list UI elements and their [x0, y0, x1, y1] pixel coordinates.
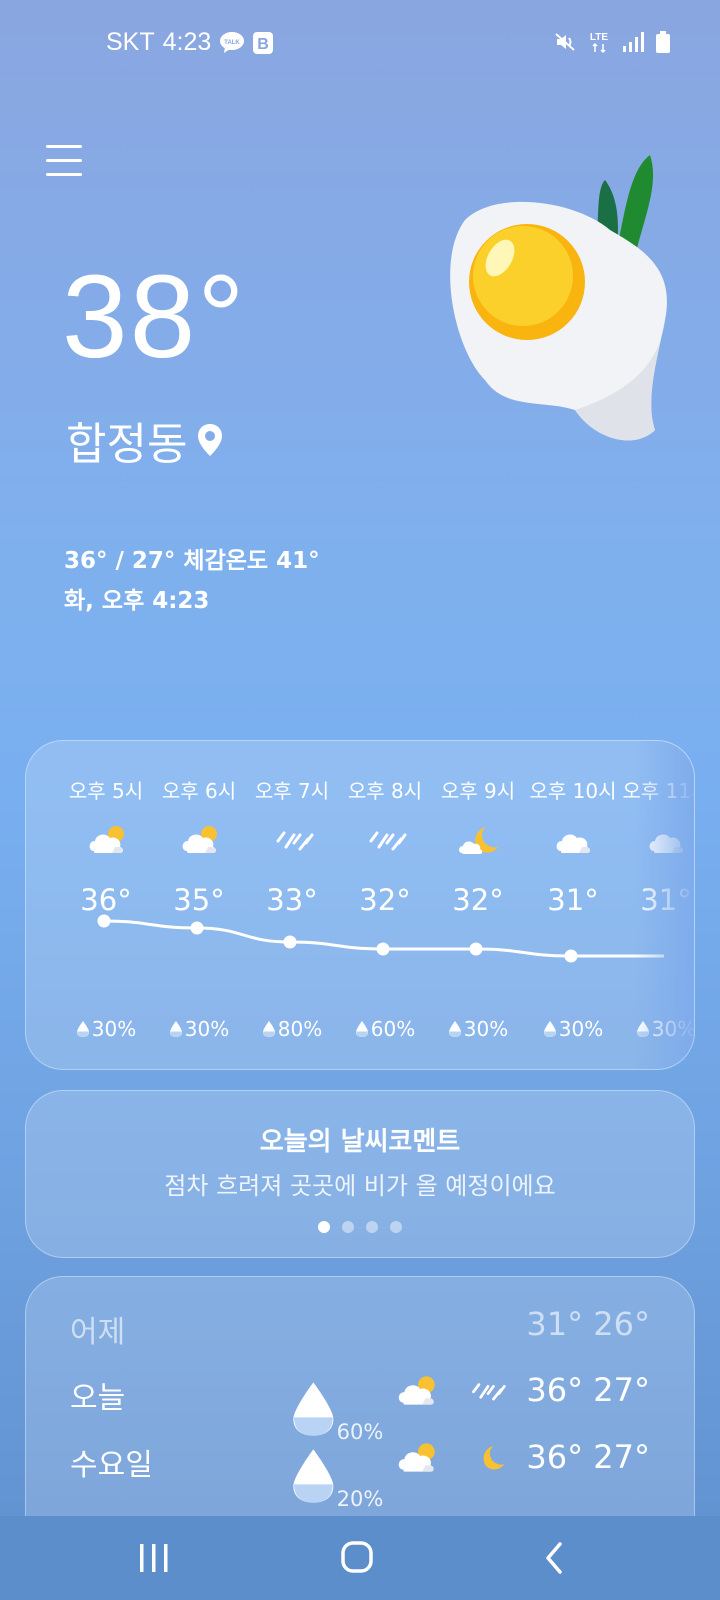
current-datetime: 화, 오후 4:23	[64, 588, 210, 614]
daily-forecast-card[interactable]: 어제 31° 26° 오늘 60% 36° 27° 수요일 20% 36° 27°	[25, 1276, 695, 1526]
carrier: SKT	[106, 28, 155, 56]
raindrop-icon	[293, 1382, 334, 1436]
day-high-low: 36° 27°	[526, 1438, 650, 1476]
daily-row[interactable]: 오늘 60% 36° 27°	[70, 1367, 650, 1444]
lte-icon: LTE	[590, 32, 608, 54]
rain-icon	[472, 1383, 506, 1401]
day-high-low: 31° 26°	[526, 1305, 650, 1343]
day-name: 오늘	[70, 1381, 126, 1416]
back-icon	[546, 1542, 562, 1574]
location[interactable]: 합정동	[66, 408, 223, 472]
svg-text:B: B	[258, 36, 270, 53]
svg-text:LTE: LTE	[590, 32, 608, 43]
comment-title: 오늘의 날씨코멘트	[259, 1127, 461, 1157]
temperature-point	[469, 942, 483, 956]
home-button[interactable]	[328, 1538, 388, 1578]
hourly-forecast-scroll[interactable]: 오후 5시 36° 30% 오후 6시 35° 30% 오후 7시 33° 80% 오후 8시 32…	[26, 741, 694, 1069]
page-dot[interactable]	[342, 1221, 354, 1233]
kakao-talk-icon: TALK	[220, 31, 245, 53]
temperature-point	[190, 921, 204, 935]
menu-icon-line	[46, 159, 82, 162]
precip-value: 20%	[336, 1487, 384, 1512]
recent-apps-button[interactable]	[124, 1538, 184, 1578]
menu-icon-line	[46, 173, 82, 176]
status-left: SKT 4:23 TALK B	[106, 28, 274, 57]
temperature-point	[97, 914, 111, 928]
navigation-bar	[0, 1516, 720, 1600]
temperature-point	[283, 935, 297, 949]
temperature-point	[564, 949, 578, 963]
signal-icon	[623, 32, 644, 52]
partly-cloudy-icon	[398, 1443, 435, 1472]
home-icon	[341, 1541, 373, 1573]
page-indicator	[26, 1221, 694, 1233]
status-right: LTE	[554, 30, 670, 54]
moon-icon	[483, 1446, 505, 1470]
day-high-low: 36° 27°	[526, 1371, 650, 1409]
page-dot[interactable]	[318, 1221, 330, 1233]
b-app-icon: B	[253, 31, 274, 54]
raindrop-icon	[293, 1449, 334, 1503]
temperature-point	[376, 942, 390, 956]
battery-icon	[656, 31, 670, 53]
location-name: 합정동	[66, 419, 188, 470]
current-temperature: 38°	[62, 251, 247, 383]
recent-apps-icon	[140, 1544, 168, 1572]
day-name: 어제	[70, 1315, 126, 1350]
weather-comment-card[interactable]: 오늘의 날씨코멘트 점차 흐려져 곳곳에 비가 올 예정이에요	[25, 1090, 695, 1258]
menu-button[interactable]	[46, 145, 82, 179]
hourly-forecast-card[interactable]: 오후 5시 36° 30% 오후 6시 35° 30% 오후 7시 33° 80% 오후 8시 32…	[25, 740, 695, 1070]
clock: 4:23	[162, 28, 212, 56]
status-bar: SKT 4:23 TALK B LTE	[0, 0, 720, 88]
partly-cloudy-icon	[398, 1376, 435, 1405]
menu-icon	[46, 145, 82, 148]
page-dot[interactable]	[390, 1221, 402, 1233]
page-dot[interactable]	[366, 1221, 378, 1233]
daily-row[interactable]: 수요일 20% 36° 27°	[70, 1434, 650, 1511]
temperature-trend-chart	[97, 914, 664, 963]
weather-summary: 36° / 27° 체감온도 41° 화, 오후 4:23	[64, 541, 320, 621]
comment-text: 점차 흐려져 곳곳에 비가 올 예정이에요	[164, 1172, 556, 1200]
day-precipitation: 20%	[290, 1446, 383, 1511]
scroll-fade	[634, 741, 694, 1069]
daily-row[interactable]: 어제 31° 26°	[70, 1301, 650, 1351]
location-pin-icon	[198, 424, 223, 456]
back-button[interactable]	[530, 1538, 590, 1578]
mute-icon	[555, 33, 575, 51]
svg-text:TALK: TALK	[225, 40, 241, 46]
high-low-feels-like: 36° / 27° 체감온도 41°	[64, 548, 320, 574]
fried-egg-asparagus-illustration	[450, 155, 667, 441]
day-name: 수요일	[70, 1448, 153, 1483]
